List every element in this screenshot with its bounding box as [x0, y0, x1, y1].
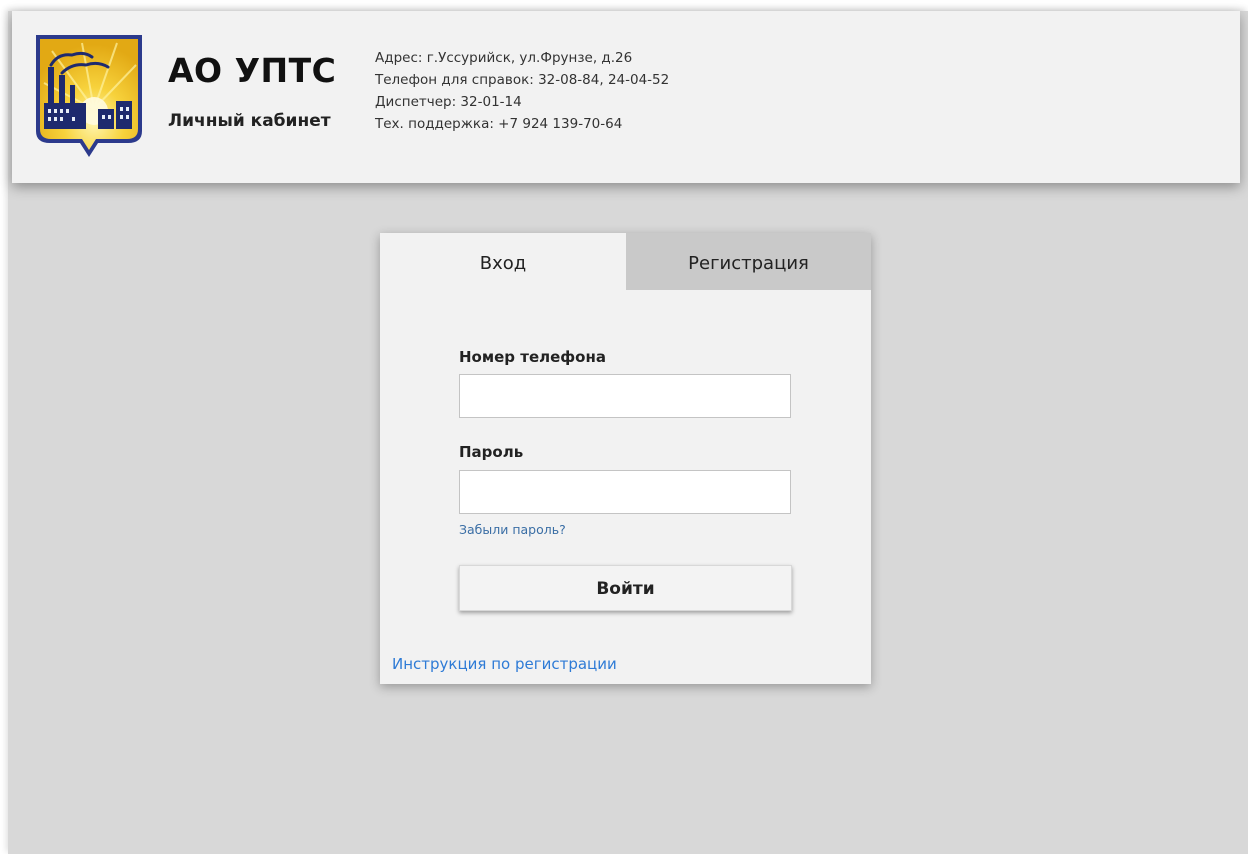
tab-login[interactable]: Вход	[380, 233, 626, 290]
site-header: АО УПТС Личный кабинет Адрес: г.Уссурийс…	[12, 11, 1240, 183]
auth-tabs: Вход Регистрация	[380, 233, 871, 290]
brand-title: АО УПТС	[168, 51, 337, 90]
contact-phone: Телефон для справок: 32-08-84, 24-04-52	[375, 72, 670, 88]
auth-card: Вход Регистрация Номер телефона Пароль З…	[380, 233, 871, 684]
password-label: Пароль	[459, 443, 524, 461]
phone-label: Номер телефона	[459, 348, 606, 366]
contact-address: Адрес: г.Уссурийск, ул.Фрунзе, д.26	[375, 50, 633, 66]
tab-register[interactable]: Регистрация	[626, 233, 871, 290]
password-input[interactable]	[459, 470, 791, 514]
phone-input[interactable]	[459, 374, 791, 418]
contact-info: Адрес: г.Уссурийск, ул.Фрунзе, д.26 Теле…	[375, 47, 669, 135]
login-button[interactable]: Войти	[459, 565, 792, 611]
contact-support: Тех. поддержка: +7 924 139-70-64	[375, 116, 623, 132]
contact-dispatcher: Диспетчер: 32-01-14	[375, 94, 522, 110]
registration-instruction-link[interactable]: Инструкция по регистрации	[392, 655, 617, 673]
brand-subtitle: Личный кабинет	[168, 111, 331, 131]
coat-of-arms-icon	[36, 35, 142, 157]
forgot-password-link[interactable]: Забыли пароль?	[459, 522, 566, 537]
